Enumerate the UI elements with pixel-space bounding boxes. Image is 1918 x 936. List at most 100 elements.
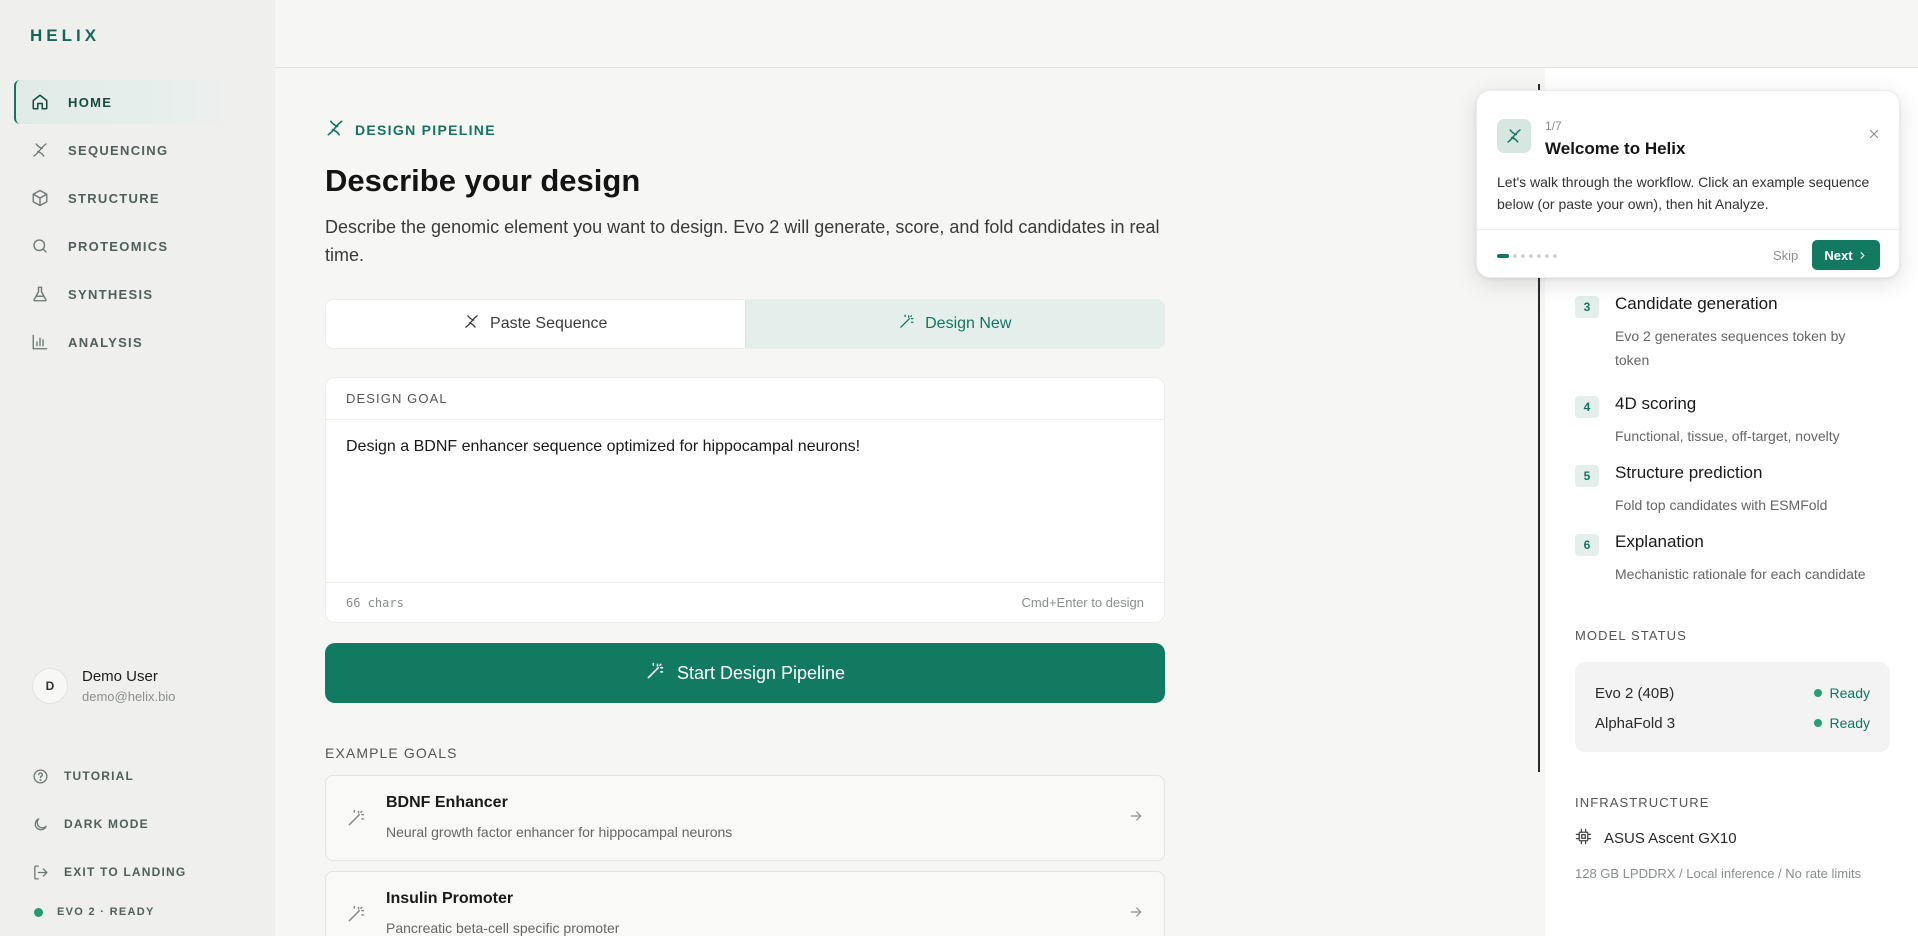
flask-icon [30,284,50,304]
section-eyebrow: DESIGN PIPELINE [325,118,1165,141]
sidebar-item-analysis[interactable]: ANALYSIS [14,320,234,364]
infrastructure-name: ASUS Ascent GX10 [1604,830,1737,847]
tab-paste-sequence[interactable]: Paste Sequence [326,300,745,348]
step-title: 4D scoring [1615,394,1697,413]
tour-title: Welcome to Helix [1545,139,1686,158]
sidebar-item-synthesis[interactable]: SYNTHESIS [14,272,234,316]
tutorial-button[interactable]: TUTORIAL [30,752,250,800]
design-goal-label: DESIGN GOAL [326,378,1164,420]
sidebar-item-home[interactable]: HOME [14,80,234,124]
sidebar-footer: TUTORIAL DARK MODE EXIT TO LANDING [30,752,250,896]
page-description: Describe the genomic element you want to… [325,217,1160,265]
sidebar-item-sequencing[interactable]: SEQUENCING [14,128,234,172]
skip-button[interactable]: Skip [1773,248,1798,263]
example-goal-insulin[interactable]: Insulin Promoter Pancreatic beta-cell sp… [325,871,1165,936]
magic-wand-icon [898,313,915,335]
search-icon [30,236,50,256]
log-out-icon [30,862,50,882]
step-number: 6 [1575,534,1599,556]
dna-icon [325,118,345,141]
user-profile[interactable]: D Demo User demo@helix.bio [32,668,175,704]
sidebar-item-label: PROTEOMICS [68,238,169,254]
main-content: DESIGN PIPELINE Describe your design Des… [325,118,1165,936]
model-name: AlphaFold 3 [1595,714,1676,732]
sidebar-item-label: SEQUENCING [68,142,169,158]
step-title: Explanation [1615,532,1704,551]
next-button[interactable]: Next [1812,240,1880,270]
model-name: Evo 2 (40B) [1595,684,1675,702]
example-title: Insulin Promoter [386,890,514,907]
next-label: Next [1824,247,1853,263]
pipeline-step: 5 Structure prediction Fold top candidat… [1575,463,1875,517]
dna-icon [1497,119,1531,153]
sidebar-item-label: STRUCTURE [68,190,160,206]
status-dot [34,907,43,917]
tab-design-new[interactable]: Design New [744,300,1164,348]
status-dot [1813,689,1822,697]
status-dot [1813,719,1822,727]
moon-icon [30,814,50,834]
dna-icon [463,313,480,335]
tour-popup: 1/7 Welcome to Helix Let's walk through … [1476,90,1900,278]
user-email: demo@helix.bio [82,689,176,704]
progress-dot [1513,254,1517,258]
char-count: 66 chars [346,595,404,610]
step-description: Mechanistic rationale for each candidate [1615,566,1866,582]
progress-dot [1553,254,1557,258]
close-icon[interactable] [1867,127,1881,146]
status-badge: Ready [1813,685,1870,701]
model-status-heading: MODEL STATUS [1575,628,1687,643]
step-number: 4 [1575,396,1599,418]
step-description: Functional, tissue, off-target, novelty [1615,428,1840,444]
design-goal-card: DESIGN GOAL Design a BDNF enhancer seque… [325,377,1165,623]
step-number: 5 [1575,465,1599,487]
status-badge: Ready [1813,715,1870,731]
tour-progress [1497,254,1561,258]
arrow-right-icon [1128,904,1144,925]
arrow-right-icon [1128,808,1144,829]
model-status-row: AlphaFold 3 Ready [1595,708,1870,738]
sidebar-nav: HOME SEQUENCING STRUCTURE PROTEOMICS SYN… [14,80,234,368]
tab-label: Paste Sequence [490,315,608,332]
examples-heading: EXAMPLE GOALS [325,745,458,761]
user-name: Demo User [82,668,158,685]
exit-label: EXIT TO LANDING [64,865,187,879]
tour-footer: Skip Next [1477,229,1899,279]
exit-to-landing-button[interactable]: EXIT TO LANDING [30,848,250,896]
infrastructure-item: ASUS Ascent GX10 [1575,828,1737,849]
status-text: Ready [1829,715,1870,731]
magic-wand-icon [346,904,366,929]
cpu-icon [1575,828,1592,849]
help-circle-icon [30,766,50,786]
dark-mode-label: DARK MODE [64,817,149,831]
avatar: D [32,668,68,704]
example-title: BDNF Enhancer [386,794,508,811]
example-goal-bdnf[interactable]: BDNF Enhancer Neural growth factor enhan… [325,775,1165,861]
step-description: Evo 2 generates sequences token by token [1615,328,1846,368]
sidebar-item-label: SYNTHESIS [68,286,154,302]
step-description: Fold top candidates with ESMFold [1615,497,1828,513]
page-title: Describe your design [325,163,641,198]
magic-wand-icon [346,808,366,833]
magic-wand-icon [645,661,665,686]
dark-mode-toggle[interactable]: DARK MODE [30,800,250,848]
start-design-pipeline-button[interactable]: Start Design Pipeline [325,643,1165,703]
example-subtitle: Neural growth factor enhancer for hippoc… [386,824,733,840]
sidebar-item-proteomics[interactable]: PROTEOMICS [14,224,234,268]
sidebar-item-label: HOME [68,94,113,110]
tutorial-label: TUTORIAL [64,769,135,783]
model-status-box: Evo 2 (40B) Ready AlphaFold 3 Ready [1575,662,1890,752]
infrastructure-details: 128 GB LPDDRX / Local inference / No rat… [1575,866,1862,881]
sidebar-item-structure[interactable]: STRUCTURE [14,176,234,220]
sidebar-item-label: ANALYSIS [68,334,143,350]
shortcut-hint: Cmd+Enter to design [1021,595,1144,610]
bar-chart-icon [30,332,50,352]
home-icon [30,92,50,112]
design-goal-input[interactable]: Design a BDNF enhancer sequence optimize… [326,420,1164,582]
design-goal-footer: 66 chars Cmd+Enter to design [326,582,1164,622]
pipeline-step: 4 4D scoring Functional, tissue, off-tar… [1575,394,1875,448]
top-bar [275,0,1918,68]
start-button-label: Start Design Pipeline [676,662,846,683]
app-logo[interactable]: HELIX [30,26,100,46]
status-text: Ready [1829,685,1870,701]
